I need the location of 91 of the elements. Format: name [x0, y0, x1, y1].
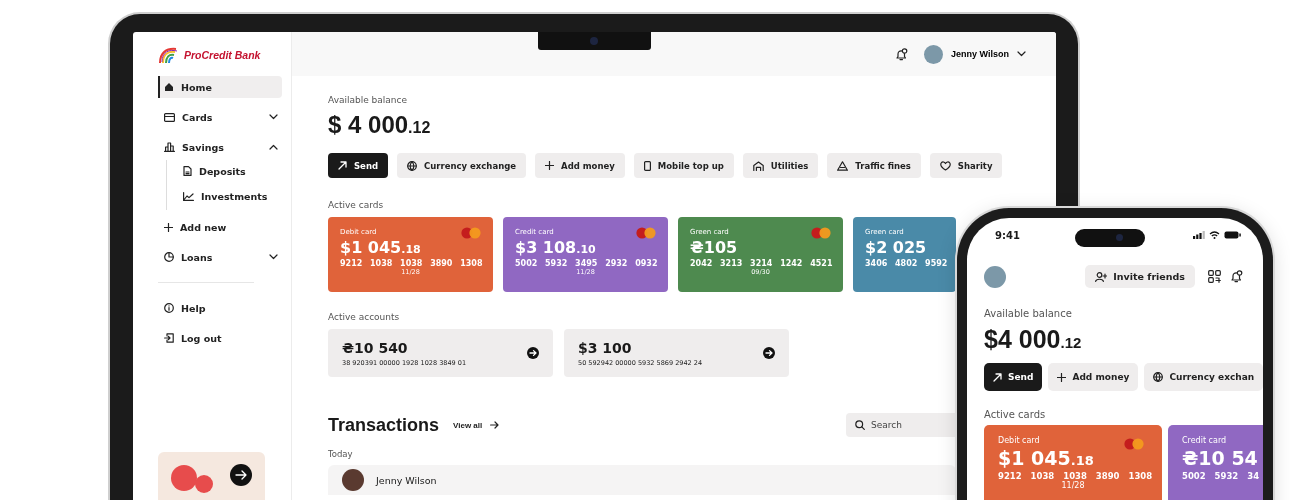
- nav-item[interactable]: Add new: [158, 216, 282, 238]
- plus-icon: [545, 161, 555, 170]
- nav-item[interactable]: Savings: [158, 136, 282, 158]
- user-menu[interactable]: Jenny Wilson: [924, 44, 1026, 64]
- info-icon: [164, 303, 174, 313]
- action-button[interactable]: Utilities: [742, 153, 819, 178]
- warning-triangle-icon: [837, 160, 849, 171]
- transaction-row[interactable]: Jenny Wilson: [328, 465, 956, 495]
- logout-icon: [164, 333, 174, 343]
- view-all-link[interactable]: View all: [453, 420, 500, 430]
- nav-item[interactable]: Loans: [158, 246, 282, 268]
- house-icon: [752, 160, 764, 171]
- home-icon: [164, 82, 174, 92]
- chevron-icon: [1017, 51, 1026, 57]
- add-person-icon: [1095, 271, 1108, 282]
- credit-card-icon: [164, 112, 175, 122]
- battery-icon: [1224, 231, 1241, 239]
- search-icon: [855, 420, 865, 430]
- card-type-label: Debit card: [998, 436, 1040, 445]
- card-balance: $1 045.18: [340, 238, 421, 257]
- action-button[interactable]: Traffic fines: [827, 153, 921, 178]
- right-arrow-icon: [527, 347, 539, 359]
- card-balance: $1 045.18: [998, 447, 1094, 469]
- globe-icon: [407, 160, 418, 171]
- bar-chart-icon: [164, 142, 175, 152]
- rainbow-logo-icon: [158, 46, 178, 64]
- search-field[interactable]: Search: [846, 413, 956, 437]
- nav-item[interactable]: Log out: [158, 327, 282, 349]
- nav-item[interactable]: Cards: [158, 106, 282, 128]
- invite-button[interactable]: Invite friends: [1085, 265, 1195, 288]
- card-number: 9212 1038 1038 3890 1308: [340, 259, 483, 268]
- right-arrow-icon: [490, 421, 500, 429]
- notification-bell-icon[interactable]: [895, 47, 909, 61]
- nav-item[interactable]: Help: [158, 297, 282, 319]
- plus-icon: [164, 222, 173, 232]
- avatar[interactable]: [984, 265, 1006, 288]
- section-label: Active accounts: [328, 312, 400, 322]
- heart-icon: [939, 160, 951, 171]
- card-balance: ₴10 54: [1182, 447, 1258, 469]
- card-balance: ₴105: [690, 238, 738, 257]
- arrow-icon: [338, 161, 347, 170]
- promo-card[interactable]: [158, 452, 265, 500]
- section-label: Active cards: [328, 200, 384, 210]
- card-number: 3406 4802 9592: [865, 259, 948, 268]
- date-group-label: Today: [328, 449, 354, 459]
- card-balance: $3 108.10: [515, 238, 596, 257]
- action-button[interactable]: Add money: [1048, 363, 1139, 391]
- avatar: [342, 469, 364, 491]
- balance-label: Available balance: [328, 95, 408, 105]
- action-button[interactable]: Currency exchange: [397, 153, 527, 178]
- globe-icon: [1153, 372, 1164, 382]
- line-chart-icon: [183, 191, 194, 201]
- right-arrow-icon: [763, 347, 775, 359]
- avatar: [924, 44, 944, 64]
- card-balance: $2 025: [865, 238, 927, 257]
- nav-item[interactable]: Investments: [177, 185, 282, 207]
- action-button[interactable]: Send: [984, 363, 1043, 391]
- qr-code-icon[interactable]: [1208, 270, 1221, 283]
- balance-amount: $ 4 000.12: [328, 111, 432, 139]
- bank-logo-text: ProCredit Bank: [184, 49, 261, 61]
- bank-card[interactable]: Credit card ₴10 54 5002 5932 34: [1168, 425, 1263, 500]
- signal-icon: [1193, 231, 1205, 239]
- nav-item[interactable]: Deposits: [177, 160, 282, 182]
- action-button[interactable]: Currency exchan: [1144, 363, 1263, 391]
- nav-item[interactable]: Home: [158, 76, 282, 98]
- document-icon: [183, 166, 192, 176]
- action-button[interactable]: Send: [328, 153, 389, 178]
- card-number: 2042 3213 3214 1242 4521: [690, 259, 833, 268]
- action-button[interactable]: Sharity: [929, 153, 1003, 178]
- pie-chart-icon: [164, 252, 174, 262]
- card-type-label: Credit card: [1182, 436, 1227, 445]
- wifi-icon: [1209, 231, 1220, 239]
- card-number: 9212 1038 1038 3890 1308: [998, 471, 1153, 481]
- balance-amount: $4 000.12: [984, 325, 1083, 354]
- card-number: 5002 5932 34: [1182, 471, 1260, 481]
- card-expiry: 11/28: [1061, 481, 1085, 490]
- balance-label: Available balance: [984, 308, 1073, 319]
- mobile-phone-icon: [643, 160, 651, 171]
- plus-icon: [1057, 372, 1067, 382]
- section-title: Transactions: [328, 414, 440, 436]
- account-balance: $3 100: [578, 339, 633, 356]
- transaction-name: Jenny Wilson: [376, 474, 437, 486]
- arrow-icon: [993, 372, 1002, 382]
- notification-bell-icon[interactable]: [1230, 270, 1243, 283]
- camera-island: [1075, 229, 1145, 247]
- action-button[interactable]: Add money: [535, 153, 625, 178]
- action-button[interactable]: Mobile top up: [633, 153, 734, 178]
- status-time: 9:41: [995, 229, 1020, 241]
- section-label: Active cards: [984, 409, 1047, 420]
- account-balance: ₴10 540: [342, 339, 409, 356]
- card-number: 5002 5932 3495 2932 0932: [515, 259, 658, 268]
